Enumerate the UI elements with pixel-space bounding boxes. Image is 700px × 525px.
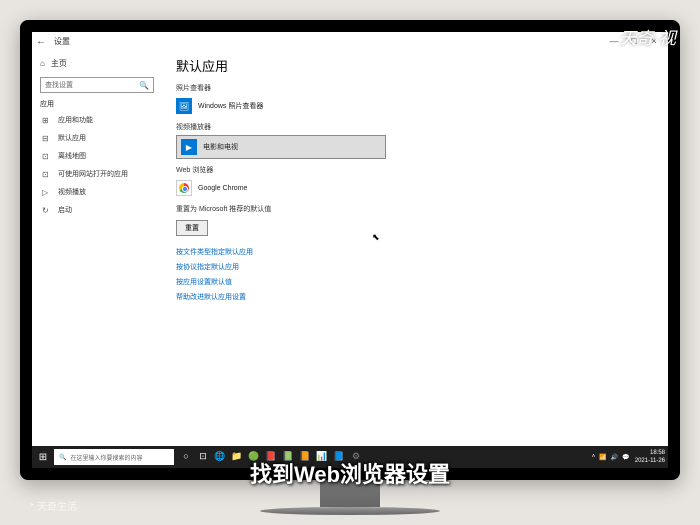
chrome-icon (176, 180, 192, 196)
explorer-icon[interactable]: 📁 (231, 451, 243, 463)
search-placeholder: 查找设置 (45, 80, 73, 90)
screen: ← 设置 — □ × ⌂ 主页 查找设置 🔍 应用 (32, 32, 668, 468)
search-icon: 🔍 (59, 454, 66, 461)
video-caption: 找到Web浏览器设置 (250, 457, 450, 489)
tray-volume-icon[interactable]: 🔊 (611, 454, 618, 461)
sidebar-item-default-apps[interactable]: ⊟ 默认应用 (40, 129, 154, 147)
sidebar-section-label: 应用 (40, 99, 154, 109)
video-app-icon: ▶ (181, 139, 197, 155)
edge-icon[interactable]: 🌐 (214, 451, 226, 463)
nav-label: 启动 (58, 205, 72, 215)
apps-icon: ⊞ (42, 116, 52, 125)
window-titlebar: ← 设置 — □ × (32, 32, 668, 50)
sidebar-item-websites-apps[interactable]: ⊡ 可使用网站打开的应用 (40, 165, 154, 183)
start-button[interactable]: ⊞ (32, 452, 54, 463)
home-label: 主页 (51, 58, 67, 69)
link-feedback[interactable]: 帮助改进默认应用设置 (176, 292, 654, 302)
maps-icon: ⊡ (42, 152, 52, 161)
watermark-bottom-left: ◔ 天奇生活 (28, 498, 77, 513)
link-by-protocol[interactable]: 按协议指定默认应用 (176, 262, 654, 272)
web-browser-app[interactable]: Google Chrome (176, 178, 654, 198)
watermark-top-right: 天奇·视 (619, 24, 676, 49)
taskbar-search-placeholder: 在这里输入你要搜索的内容 (70, 453, 142, 462)
window-title: 设置 (54, 36, 70, 47)
tray-chevron-icon[interactable]: ˄ (592, 454, 596, 460)
video-player-app[interactable]: ▶ 电影和电视 (176, 135, 386, 159)
sidebar-item-apps-features[interactable]: ⊞ 应用和功能 (40, 111, 154, 129)
web-browser-label: Web 浏览器 (176, 165, 654, 175)
watermark-text: 天奇生活 (37, 498, 77, 513)
websites-icon: ⊡ (42, 170, 52, 179)
sidebar-search[interactable]: 查找设置 🔍 (40, 77, 154, 93)
sidebar-item-startup[interactable]: ↻ 启动 (40, 201, 154, 219)
photo-viewer-app[interactable]: 🖼 Windows 照片查看器 (176, 96, 654, 116)
nav-label: 应用和功能 (58, 115, 93, 125)
nav-label: 可使用网站打开的应用 (58, 169, 128, 179)
link-by-filetype[interactable]: 按文件类型指定默认应用 (176, 247, 654, 257)
reset-button[interactable]: 重置 (176, 220, 208, 236)
watermark-logo-icon: ◔ (28, 500, 34, 511)
page-heading: 默认应用 (176, 56, 654, 75)
nav-label: 默认应用 (58, 133, 86, 143)
clock-date: 2021-11-26 (635, 457, 665, 465)
cortana-icon[interactable]: ○ (180, 451, 192, 463)
monitor-frame: ← 设置 — □ × ⌂ 主页 查找设置 🔍 应用 (20, 20, 680, 480)
settings-content: 默认应用 照片查看器 🖼 Windows 照片查看器 视频播放器 ▶ 电影和电视… (162, 50, 668, 446)
clock-time: 18:58 (635, 449, 665, 457)
tray-wechat-icon[interactable]: 💬 (622, 454, 629, 461)
web-app-name: Google Chrome (198, 185, 247, 192)
photo-app-icon: 🖼 (176, 98, 192, 114)
search-icon: 🔍 (139, 81, 149, 90)
nav-label: 离线地图 (58, 151, 86, 161)
settings-sidebar: ⌂ 主页 查找设置 🔍 应用 ⊞ 应用和功能 ⊟ 默认应用 (32, 50, 162, 446)
reset-label: 重置为 Microsoft 推荐的默认值 (176, 204, 654, 214)
sidebar-home[interactable]: ⌂ 主页 (40, 54, 154, 73)
video-player-label: 视频播放器 (176, 122, 654, 132)
video-app-name: 电影和电视 (203, 142, 238, 152)
taskbar-clock[interactable]: 18:58 2021-11-26 (635, 449, 668, 465)
sidebar-item-offline-maps[interactable]: ⊡ 离线地图 (40, 147, 154, 165)
photo-viewer-label: 照片查看器 (176, 83, 654, 93)
system-tray[interactable]: ˄ 📶 🔊 💬 (587, 454, 635, 461)
back-button[interactable]: ← (36, 36, 46, 47)
default-apps-icon: ⊟ (42, 134, 52, 143)
settings-window: ← 设置 — □ × ⌂ 主页 查找设置 🔍 应用 (32, 32, 668, 446)
photo-app-name: Windows 照片查看器 (198, 101, 263, 111)
taskview-icon[interactable]: ⊡ (197, 451, 209, 463)
sidebar-item-video-playback[interactable]: ▷ 视频播放 (40, 183, 154, 201)
home-icon: ⌂ (40, 59, 45, 68)
tray-network-icon[interactable]: 📶 (599, 454, 606, 461)
video-icon: ▷ (42, 188, 52, 197)
nav-label: 视频播放 (58, 187, 86, 197)
link-by-app[interactable]: 按应用设置默认值 (176, 277, 654, 287)
startup-icon: ↻ (42, 206, 52, 215)
taskbar-search[interactable]: 🔍 在这里输入你要搜索的内容 (54, 449, 174, 465)
